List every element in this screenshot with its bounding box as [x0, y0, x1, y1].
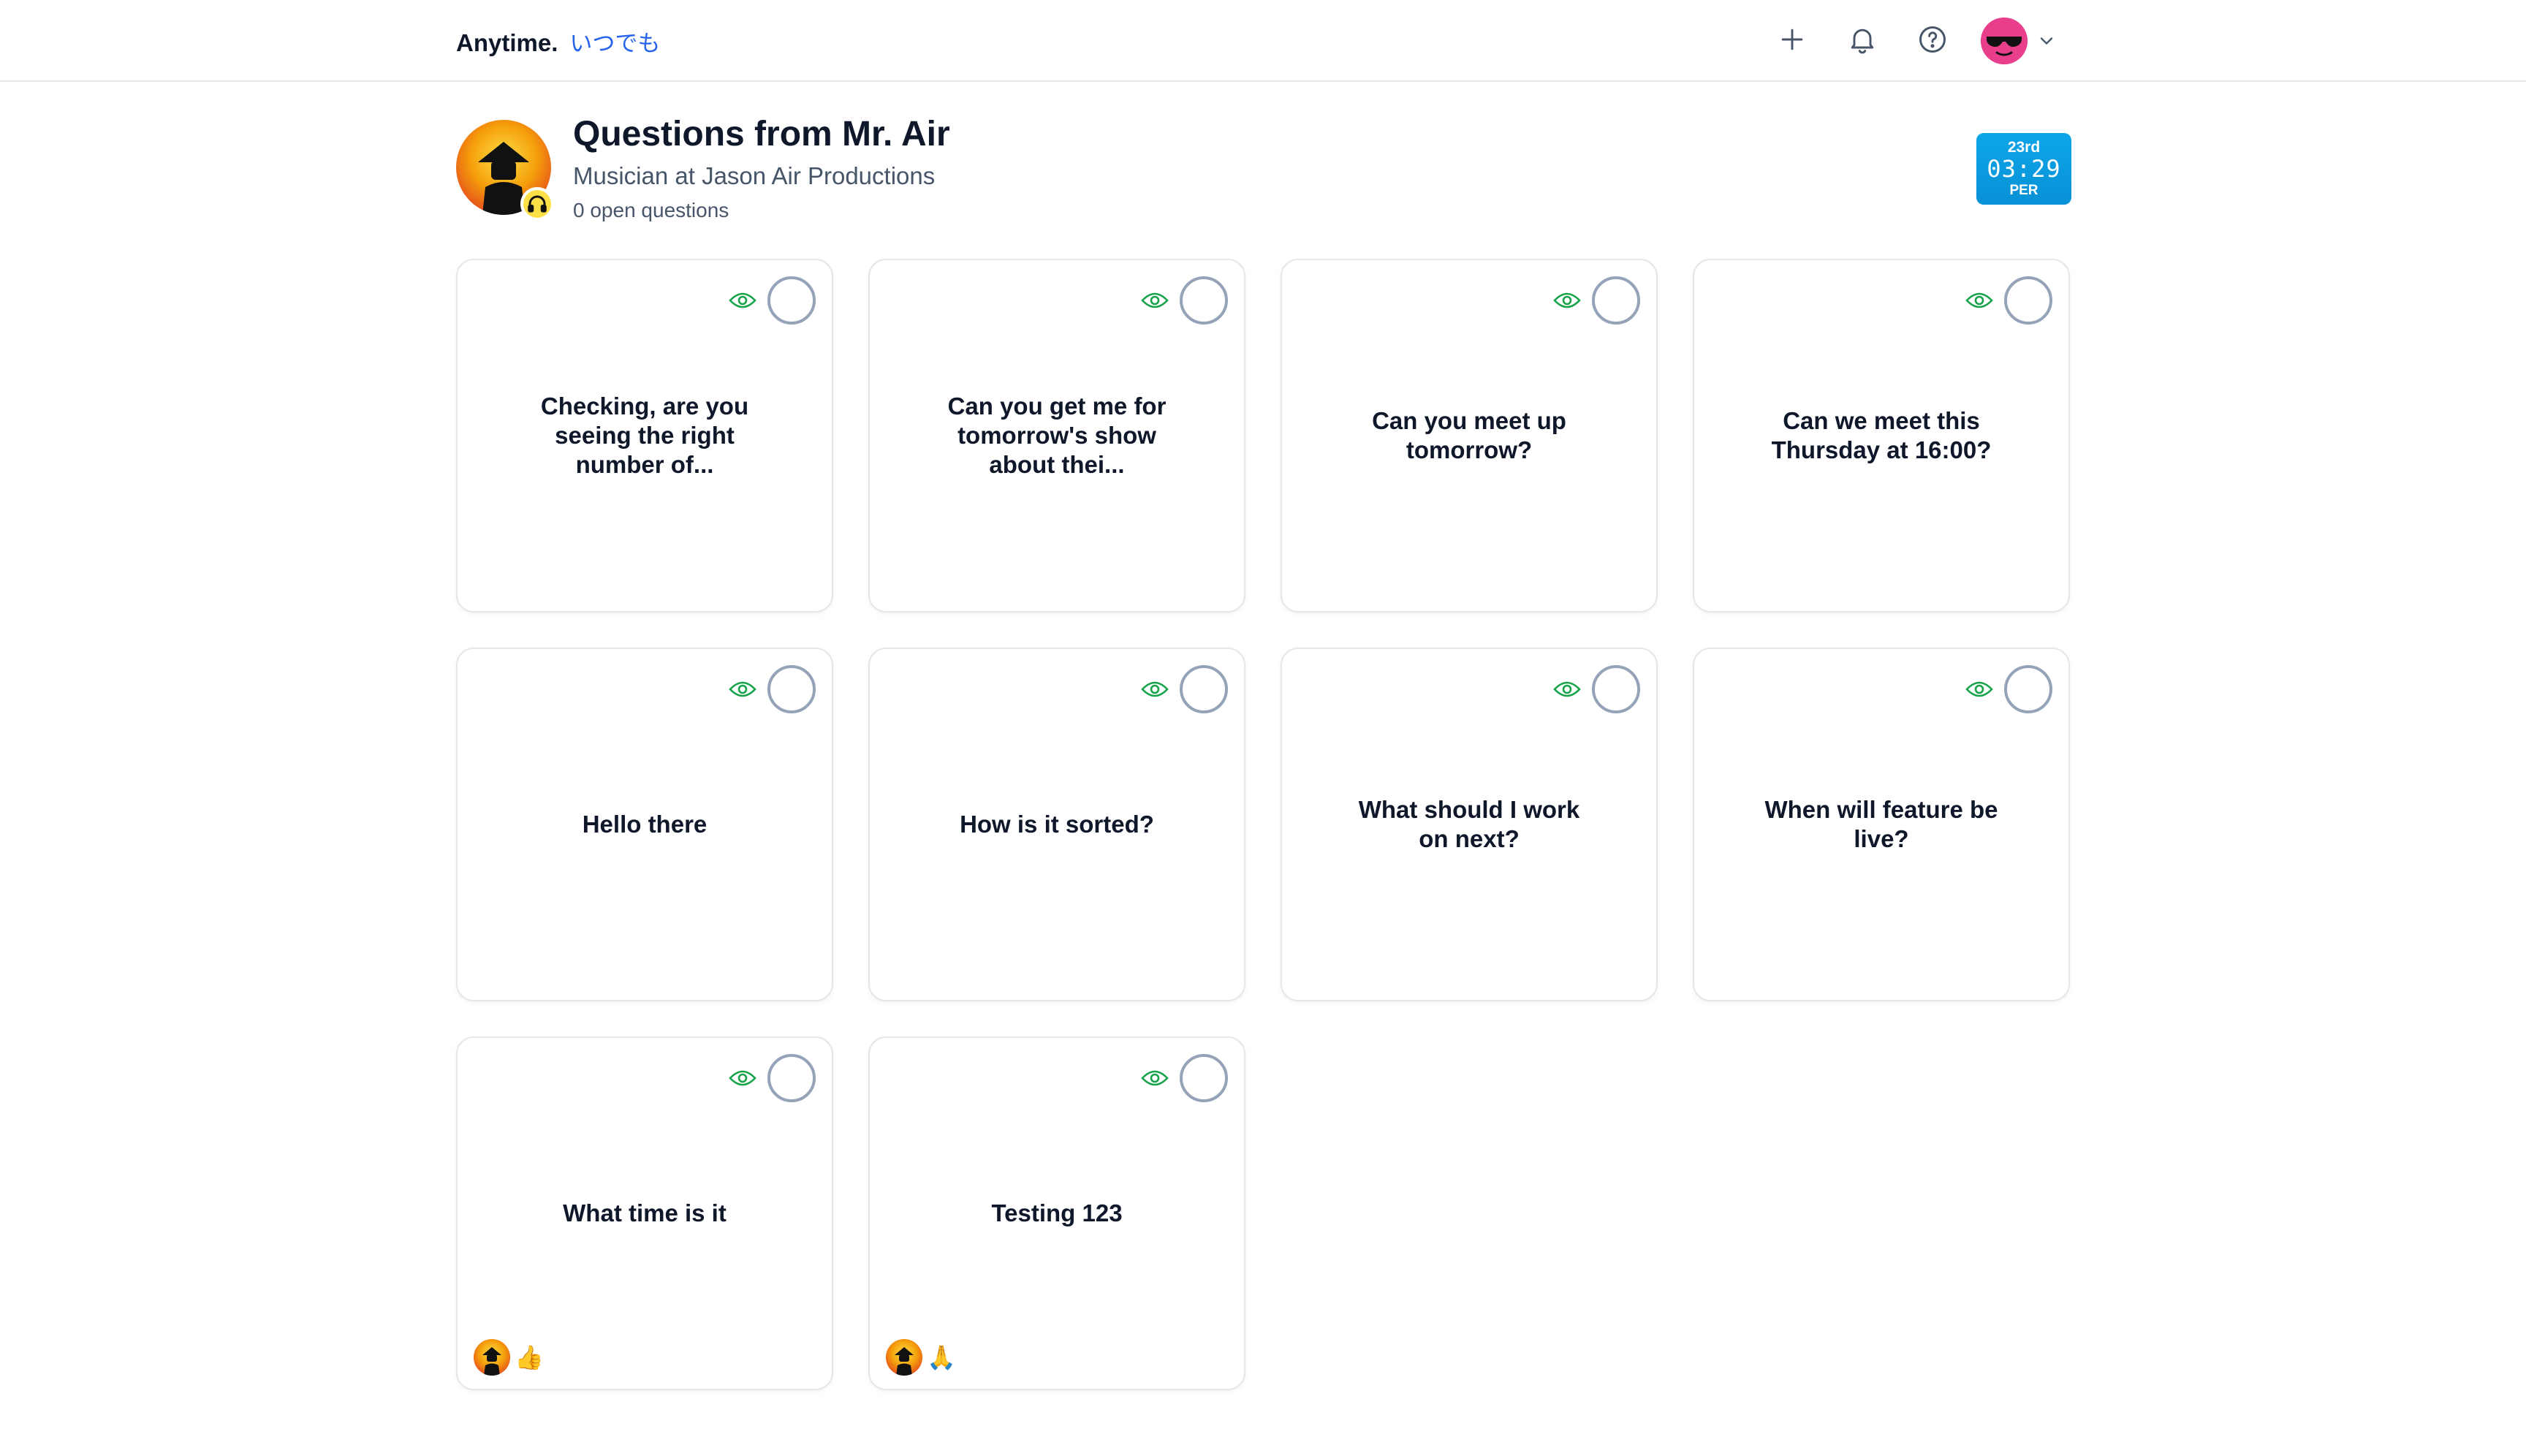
select-circle[interactable] — [2004, 665, 2052, 713]
question-text: Checking, are you seeing the right numbe… — [540, 393, 749, 478]
thumbs-up-icon: 👍 — [515, 1343, 544, 1371]
user-menu[interactable] — [1981, 16, 2057, 66]
headphones-icon — [520, 187, 554, 221]
select-circle[interactable] — [1180, 1054, 1228, 1102]
responder-avatar — [886, 1339, 922, 1376]
question-card[interactable]: Can you get me for tomorrow's show about… — [868, 259, 1245, 613]
praying-hands-icon: 🙏 — [927, 1343, 956, 1371]
question-text: Can you get me for tomorrow's show about… — [947, 393, 1167, 478]
chevron-down-icon[interactable] — [2036, 31, 2057, 51]
question-text: Testing 123 — [991, 1199, 1123, 1226]
select-circle[interactable] — [767, 276, 816, 325]
question-text: Can you meet up tomorrow? — [1372, 407, 1566, 463]
question-text: What should I work on next? — [1358, 796, 1580, 852]
help-icon[interactable] — [1915, 22, 1950, 57]
select-circle[interactable] — [2004, 276, 2052, 325]
question-text: How is it sorted? — [960, 811, 1154, 838]
question-card[interactable]: What should I work on next? — [1281, 648, 1658, 1001]
select-circle[interactable] — [1180, 276, 1228, 325]
clock-day: 23rd — [2007, 139, 2041, 156]
plus-icon[interactable] — [1775, 22, 1810, 57]
profile-subtitle: Musician at Jason Air Productions — [573, 162, 936, 189]
select-circle[interactable] — [767, 665, 816, 713]
clock-widget[interactable]: 23rd 03:29 PER — [1976, 133, 2071, 205]
question-card[interactable]: When will feature be live? — [1693, 648, 2070, 1001]
question-card[interactable]: Can we meet this Thursday at 16:00? — [1693, 259, 2070, 613]
select-circle[interactable] — [1592, 665, 1640, 713]
question-card[interactable]: Testing 123 🙏 — [868, 1036, 1245, 1390]
clock-time: 03:29 — [1987, 155, 2061, 183]
question-card[interactable]: What time is it 👍 — [456, 1036, 833, 1390]
brand-japanese-text: いつでも — [569, 31, 661, 57]
question-text: What time is it — [563, 1199, 727, 1226]
select-circle[interactable] — [1180, 665, 1228, 713]
questions-grid: Checking, are you seeing the right numbe… — [456, 259, 2071, 1390]
brand-name: Anytime. — [456, 29, 558, 56]
user-avatar[interactable] — [1981, 18, 2028, 64]
clock-timezone: PER — [2009, 183, 2038, 198]
responder-avatar — [474, 1339, 510, 1376]
question-card[interactable]: Checking, are you seeing the right numbe… — [456, 259, 833, 613]
select-circle[interactable] — [1592, 276, 1640, 325]
card-footer: 🙏 — [886, 1339, 956, 1376]
bell-icon[interactable] — [1845, 22, 1880, 57]
question-text: Can we meet this Thursday at 16:00? — [1771, 407, 1992, 463]
question-card[interactable]: Hello there — [456, 648, 833, 1001]
question-card[interactable]: How is it sorted? — [868, 648, 1245, 1001]
page-title: Questions from Mr. Air — [573, 115, 950, 153]
select-circle[interactable] — [767, 1054, 816, 1102]
question-card[interactable]: Can you meet up tomorrow? — [1281, 259, 1658, 613]
question-text: When will feature be live? — [1764, 796, 1998, 852]
card-footer: 👍 — [474, 1339, 544, 1376]
open-questions-count: 0 open questions — [573, 199, 729, 221]
question-text: Hello there — [582, 811, 708, 838]
top-nav: Anytime. いつでも — [0, 0, 2526, 82]
brand-logo[interactable]: Anytime. いつでも — [456, 25, 660, 58]
